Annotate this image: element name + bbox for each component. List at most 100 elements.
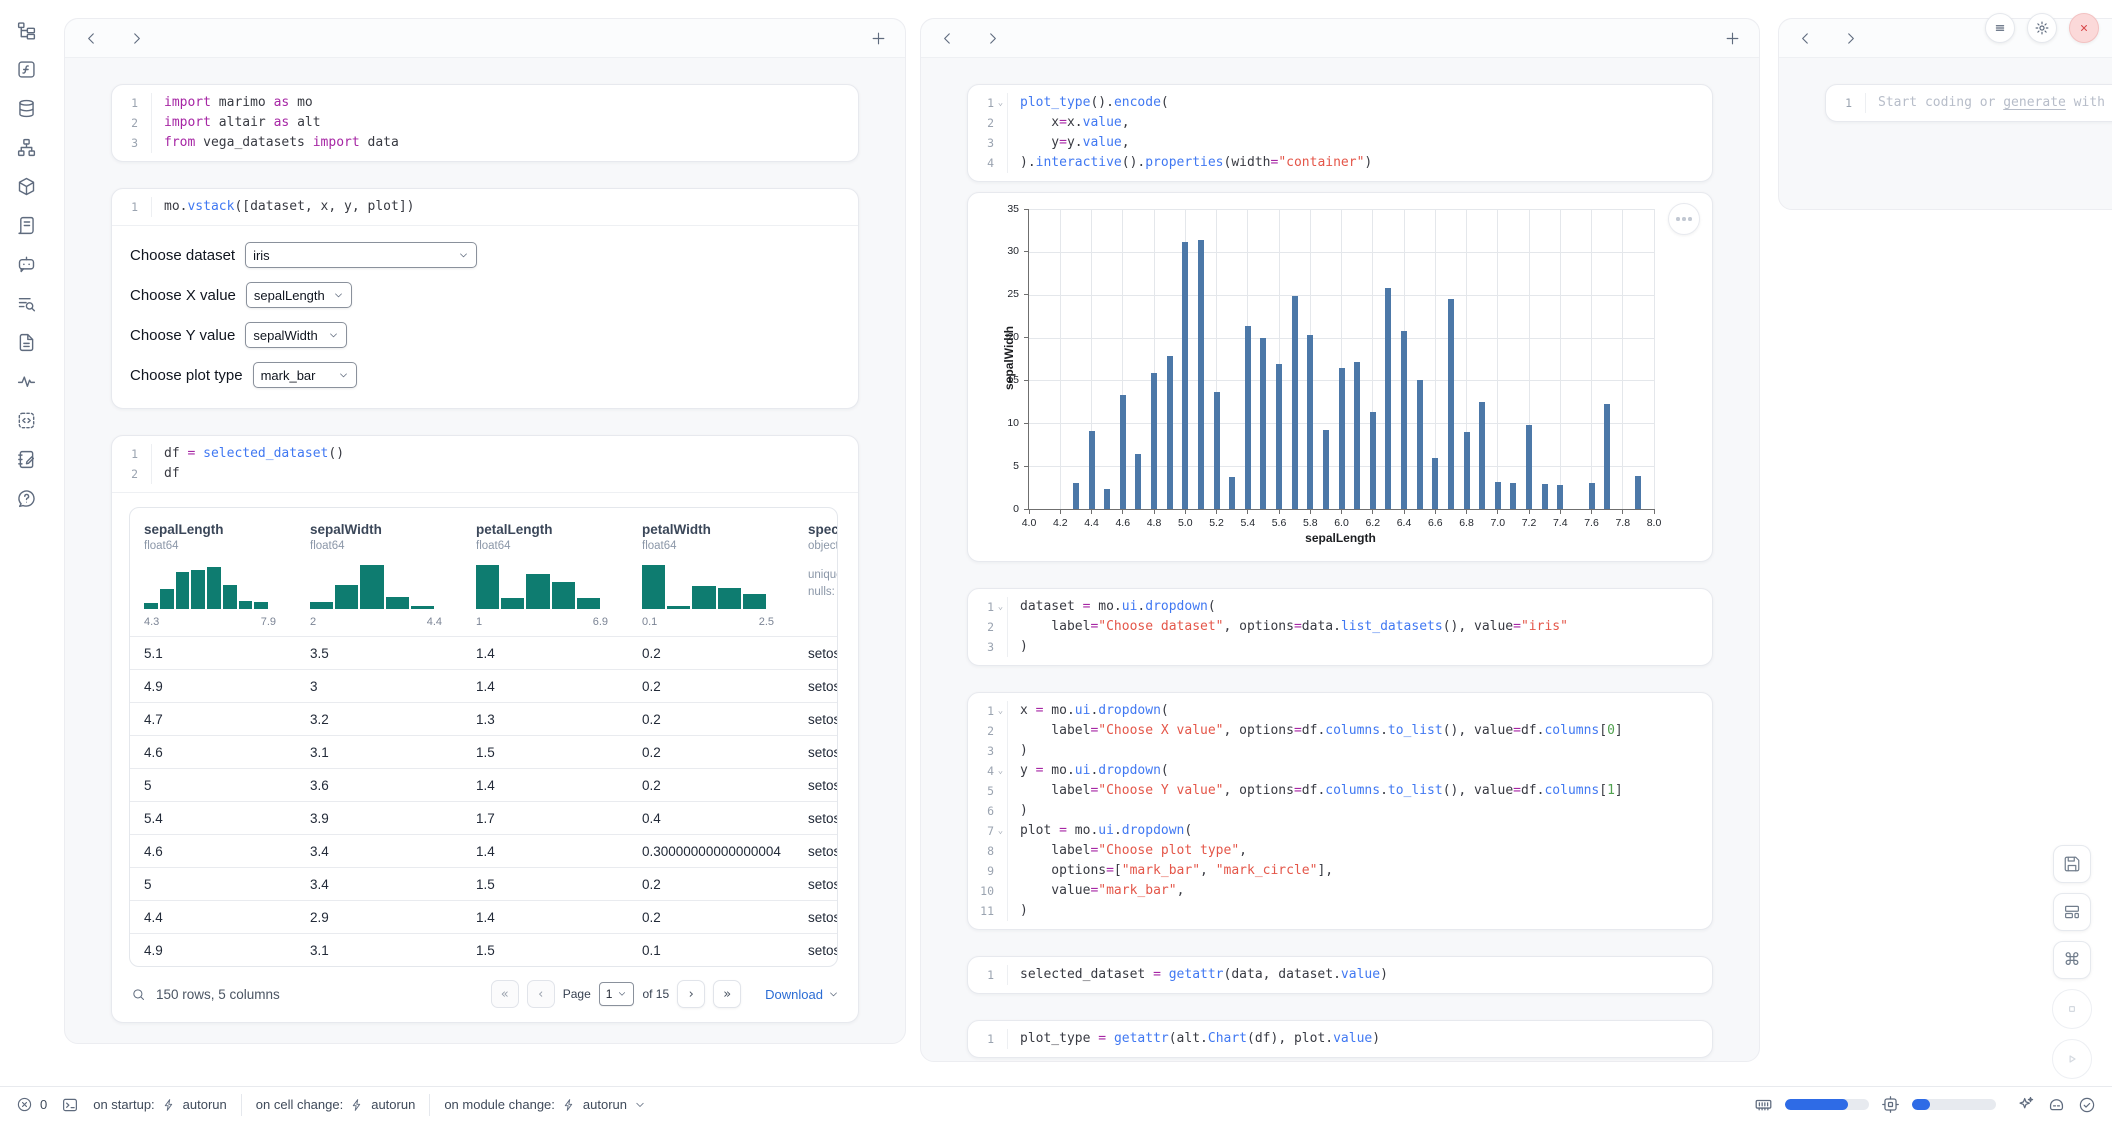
chart-bar xyxy=(1089,431,1095,509)
code-editor[interactable]: 1import marimo as mo2import altair as al… xyxy=(112,85,858,161)
page-select[interactable]: 1 xyxy=(599,982,635,1006)
chart-bar xyxy=(1323,430,1329,509)
sidebar-ai-chat-icon[interactable] xyxy=(14,252,38,276)
chart-bar xyxy=(1370,412,1376,509)
column-prev-button[interactable] xyxy=(939,30,956,47)
search-icon[interactable] xyxy=(131,987,146,1002)
chart-plot-area[interactable]: 051015202530354.04.24.44.64.85.05.25.45.… xyxy=(1028,209,1654,510)
first-page-button[interactable]: « xyxy=(491,980,519,1008)
sidebar-dependency-graph-icon[interactable] xyxy=(14,135,38,159)
prev-page-button[interactable]: ‹ xyxy=(527,980,555,1008)
column-prev-button[interactable] xyxy=(1797,30,1814,47)
chart-bar xyxy=(1229,477,1235,509)
chart-bar xyxy=(1542,484,1548,509)
dropdown-select[interactable]: mark_bar xyxy=(253,362,357,388)
code-editor[interactable]: 1⌄x = mo.ui.dropdown(2 label="Choose X v… xyxy=(968,693,1712,929)
layout-button[interactable] xyxy=(2053,893,2091,931)
column-next-button[interactable] xyxy=(984,30,1001,47)
sidebar-snippets-icon[interactable] xyxy=(14,408,38,432)
line-number: 4 xyxy=(968,761,994,781)
cell-selected-dataset: 1selected_dataset = getattr(data, datase… xyxy=(967,956,1713,994)
fold-chevron-icon[interactable]: ⌄ xyxy=(994,761,1007,781)
code-editor[interactable]: 1mo.vstack([dataset, x, y, plot]) xyxy=(112,189,858,225)
dropdown-select[interactable]: sepalLength xyxy=(246,282,352,308)
settings-button[interactable] xyxy=(2027,13,2057,43)
code-editor[interactable]: 1⌄dataset = mo.ui.dropdown(2 label="Choo… xyxy=(968,589,1712,665)
run-button[interactable] xyxy=(2052,1039,2092,1079)
shutdown-button[interactable] xyxy=(2069,13,2099,43)
generate-with-ai-link[interactable]: generate xyxy=(2003,95,2066,110)
ai-sparkles-icon[interactable] xyxy=(2016,1095,2035,1114)
stop-button[interactable] xyxy=(2052,989,2092,1029)
column-prev-button[interactable] xyxy=(83,30,100,47)
table-row: 5.13.51.40.2setosa xyxy=(130,636,838,669)
next-page-button[interactable]: › xyxy=(677,980,705,1008)
connection-status-icon[interactable] xyxy=(2078,1096,2096,1114)
notebook-column-2: 1⌄plot_type().encode(2 x=x.value,3 y=y.v… xyxy=(920,18,1760,1062)
chart-bar xyxy=(1198,240,1204,509)
on-cell-change-toggle[interactable]: on cell change: autorun xyxy=(256,1097,416,1112)
dropdown-label: Choose Y value xyxy=(130,327,235,344)
bolt-icon xyxy=(162,1098,176,1112)
column-next-button[interactable] xyxy=(128,30,145,47)
notebook-column-3: 1 Start coding or generate with xyxy=(1778,18,2112,210)
fold-chevron-icon[interactable]: ⌄ xyxy=(994,93,1007,113)
dropdown-select[interactable]: sepalWidth xyxy=(245,322,347,348)
line-number: 2 xyxy=(968,113,994,133)
terminal-button[interactable] xyxy=(61,1096,79,1114)
sidebar-search-list-icon[interactable] xyxy=(14,291,38,315)
sidebar-package-icon[interactable] xyxy=(14,174,38,198)
chart-bar xyxy=(1464,432,1470,509)
column-histogram xyxy=(144,565,268,609)
last-page-button[interactable]: » xyxy=(713,980,741,1008)
sidebar-activity-icon[interactable] xyxy=(14,369,38,393)
code-editor[interactable]: 1selected_dataset = getattr(data, datase… xyxy=(968,957,1712,993)
chevron-down-icon xyxy=(458,250,469,261)
chevron-down-icon xyxy=(634,1099,646,1111)
line-number: 3 xyxy=(112,133,138,153)
cell-dataset-dropdown: 1⌄dataset = mo.ui.dropdown(2 label="Choo… xyxy=(967,588,1713,666)
dropdown-select[interactable]: iris xyxy=(245,242,477,268)
chart-bar xyxy=(1182,242,1188,509)
sidebar-file-tree-icon[interactable] xyxy=(14,18,38,42)
sidebar-script-log-icon[interactable] xyxy=(14,213,38,237)
save-button[interactable] xyxy=(2053,845,2091,883)
column-next-button[interactable] xyxy=(1842,30,1859,47)
add-cell-button[interactable] xyxy=(1724,30,1741,47)
y-axis-title: sepalWidth xyxy=(1002,298,1016,418)
sidebar-help-icon[interactable] xyxy=(14,486,38,510)
download-button[interactable]: Download xyxy=(765,987,839,1002)
line-number: 3 xyxy=(968,133,994,153)
page-count-label: of 15 xyxy=(642,987,669,1001)
fold-chevron-icon[interactable]: ⌄ xyxy=(994,597,1007,617)
cell-output: Choose datasetirisChoose X valuesepalLen… xyxy=(112,225,858,408)
marimo-notebook-app: { "colors":{"accent":"#2e6be6","hist_tea… xyxy=(0,0,2112,1122)
chart-menu-button[interactable] xyxy=(1668,203,1700,235)
on-startup-toggle[interactable]: on startup: autorun xyxy=(93,1097,227,1112)
sidebar-scratchpad-icon[interactable] xyxy=(14,447,38,471)
code-editor[interactable]: 1plot_type = getattr(alt.Chart(df), plot… xyxy=(968,1021,1712,1057)
code-editor[interactable]: 1 Start coding or generate with xyxy=(1826,85,2112,121)
table-summary: 150 rows, 5 columns xyxy=(156,987,280,1002)
line-number: 2 xyxy=(112,464,138,484)
line-number: 6 xyxy=(968,801,994,821)
dropdown-label: Choose X value xyxy=(130,287,236,304)
command-palette-button[interactable]: ⌘ xyxy=(2053,941,2091,979)
fold-chevron-icon[interactable]: ⌄ xyxy=(994,821,1007,841)
chart-bar xyxy=(1245,326,1251,509)
sidebar-documentation-icon[interactable] xyxy=(14,330,38,354)
error-indicator[interactable]: 0 xyxy=(16,1096,47,1113)
chart-bar xyxy=(1339,368,1345,509)
widget-row: Choose plot typemark_bar xyxy=(130,362,840,388)
altair-bar-chart[interactable]: 051015202530354.04.24.44.64.85.05.25.45.… xyxy=(968,193,1712,561)
line-number: 1 xyxy=(968,701,994,721)
code-editor[interactable]: 1df = selected_dataset()2df xyxy=(112,436,858,492)
menu-button[interactable] xyxy=(1985,13,2015,43)
on-module-change-toggle[interactable]: on module change: autorun xyxy=(444,1097,646,1112)
add-cell-button[interactable] xyxy=(870,30,887,47)
sidebar-function-icon[interactable] xyxy=(14,57,38,81)
sidebar-database-icon[interactable] xyxy=(14,96,38,120)
code-editor[interactable]: 1⌄plot_type().encode(2 x=x.value,3 y=y.v… xyxy=(968,85,1712,181)
fold-chevron-icon[interactable]: ⌄ xyxy=(994,701,1007,721)
assistant-icon[interactable] xyxy=(2047,1095,2066,1114)
